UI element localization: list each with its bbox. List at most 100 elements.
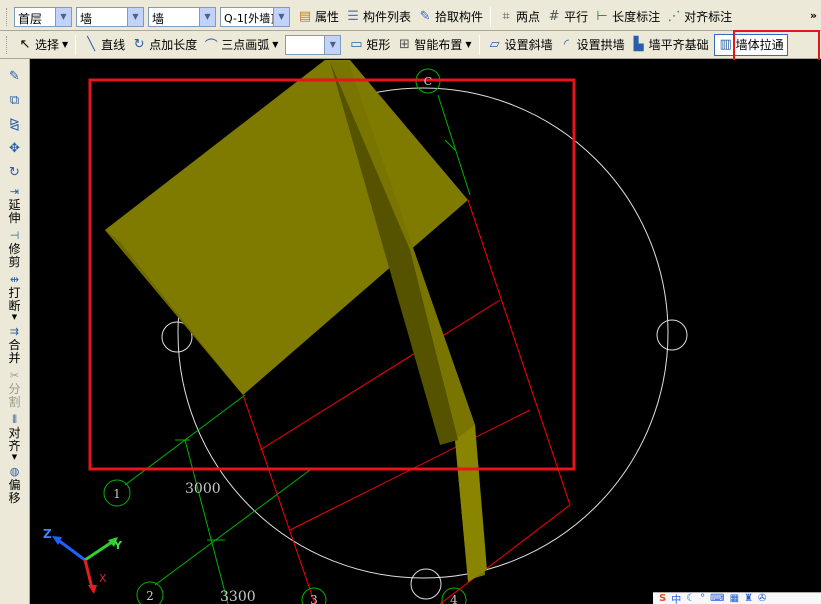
offset-icon: ◍ [9, 465, 20, 478]
copy-icon[interactable]: ⧉ [4, 89, 26, 111]
point-length-button[interactable]: ↻ 点加长度 [128, 34, 200, 56]
chevron-down-icon[interactable]: ▼ [272, 40, 278, 49]
shape-select-value [286, 36, 324, 54]
point-length-icon: ↻ [133, 37, 145, 52]
toolbar-separator [490, 6, 492, 27]
split-label: 分割 [8, 382, 21, 409]
brush-icon[interactable]: ✎ [4, 65, 26, 87]
chevron-down-icon[interactable]: ▼ [12, 453, 17, 461]
two-points-icon: ⌗ [502, 9, 510, 24]
toolbar-draw: ↖ 选择 ▼ ╲ 直线 ↻ 点加长度 ⌒ 三点画弧 ▼ ▼ ▭ 矩形 ⊞ 智能布… [0, 31, 821, 59]
chevron-down-icon[interactable]: ▼ [465, 40, 471, 49]
ime-mode[interactable]: 中 [671, 591, 681, 604]
circle-grip-right[interactable] [656, 319, 688, 351]
component-list-button[interactable]: ☰ 构件列表 [342, 6, 414, 28]
slant-wall-label: 设置斜墙 [504, 38, 553, 52]
toolbar-separator [75, 34, 77, 55]
chevron-down-icon[interactable]: ▼ [199, 7, 215, 26]
axis-label-4: 4 [450, 593, 458, 604]
chevron-down-icon[interactable]: ▼ [55, 7, 71, 26]
model-view: C 1 2 3 4 3000 3300 Z Y X [43, 60, 688, 604]
component-list-label: 构件列表 [363, 10, 412, 24]
smart-layout-button[interactable]: ⊞ 智能布置 ▼ [393, 34, 474, 56]
toolbar-top: 首层 ▼ 墙 ▼ 墙 ▼ Q-1[外墙] ▼ ▤ 属性 ☰ 构件列表 ✎ 拾取构… [0, 0, 821, 31]
picker-icon: ✎ [419, 9, 431, 24]
punctuation-icon[interactable]: ° [700, 593, 705, 604]
toolbar-grip[interactable] [6, 35, 9, 54]
arch-wall-button[interactable]: ◜ 设置拱墙 [556, 34, 628, 56]
parallel-label: 平行 [564, 10, 589, 24]
offset-tool[interactable]: ◍ 偏移 [8, 465, 22, 505]
wall-pull-through-button[interactable]: ▥ 墙体拉通 [713, 33, 788, 56]
dimension-3000: 3000 [185, 481, 221, 497]
grid-icon[interactable]: ▦ [730, 593, 739, 604]
chevron-down-icon[interactable]: ▼ [12, 313, 17, 321]
trim-icon: ⊣ [9, 229, 20, 242]
trim-tool[interactable]: ⊣ 修剪 [8, 229, 22, 269]
flush-foundation-button[interactable]: ▙ 墙平齐基础 [628, 34, 712, 56]
component-select[interactable]: Q-1[外墙] ▼ [220, 6, 290, 27]
align-label: 对齐 [8, 426, 21, 453]
chevron-down-icon[interactable]: ▼ [127, 7, 143, 26]
chevron-down-icon[interactable]: ▼ [324, 35, 341, 54]
ime-logo-icon[interactable]: S [659, 593, 666, 604]
type-select[interactable]: 墙 ▼ [148, 6, 216, 27]
break-icon: ⇹ [9, 273, 20, 286]
toolbar-overflow-button[interactable]: » [810, 9, 817, 22]
arch-wall-label: 设置拱墙 [576, 38, 625, 52]
extend-label: 延伸 [8, 198, 21, 225]
split-tool: ✂ 分割 [8, 369, 22, 409]
rectangle-button[interactable]: ▭ 矩形 [345, 34, 393, 56]
keyboard-icon[interactable]: ⌨ [710, 593, 724, 604]
select-label: 选择 [35, 38, 60, 52]
length-dimension-button[interactable]: ⊢ 长度标注 [591, 6, 663, 28]
shirt-icon[interactable]: ♜ [744, 593, 753, 604]
select-button[interactable]: ↖ 选择 ▼ [14, 34, 71, 56]
two-points-button[interactable]: ⌗ 两点 [495, 6, 543, 28]
rectangle-icon: ▭ [350, 37, 363, 52]
moon-icon[interactable]: ☾ [686, 593, 695, 604]
extend-tool[interactable]: ⇥ 延伸 [8, 185, 22, 225]
cursor-icon: ↖ [19, 37, 31, 52]
rotate-icon[interactable]: ↻ [4, 161, 26, 183]
break-tool[interactable]: ⇹ 打断 ▼ [8, 273, 22, 321]
align-tool[interactable]: ⫴ 对齐 ▼ [8, 413, 22, 461]
offset-label: 偏移 [8, 478, 21, 505]
ime-tray: S 中 ☾ ° ⌨ ▦ ♜ ✇ [653, 592, 821, 604]
wrench-icon[interactable]: ✇ [758, 593, 766, 604]
chevron-down-icon[interactable]: ▼ [273, 7, 289, 26]
two-points-label: 两点 [516, 10, 541, 24]
pick-component-button[interactable]: ✎ 拾取构件 [414, 6, 486, 28]
component-select-value: Q-1[外墙] [224, 11, 273, 25]
properties-icon: ▤ [298, 9, 312, 24]
align-icon: ⫴ [12, 413, 17, 426]
flush-foundation-label: 墙平齐基础 [648, 38, 709, 52]
length-dimension-icon: ⊢ [596, 9, 608, 24]
line-button[interactable]: ╲ 直线 [80, 34, 128, 56]
parallel-icon: # [548, 9, 560, 24]
parallel-button[interactable]: # 平行 [543, 6, 591, 28]
shape-select[interactable]: ▼ [285, 34, 342, 55]
triad-label-z: Z [43, 527, 52, 541]
category-select[interactable]: 墙 ▼ [76, 6, 144, 27]
split-icon: ✂ [9, 369, 20, 382]
chevron-down-icon[interactable]: ▼ [62, 40, 68, 49]
mirror-icon[interactable]: ⧎ [4, 113, 26, 135]
extend-icon: ⇥ [9, 185, 20, 198]
slant-wall-button[interactable]: ▱ 设置斜墙 [484, 34, 556, 56]
move-icon[interactable]: ✥ [4, 137, 26, 159]
align-dimension-icon: ⋰ [667, 9, 681, 24]
merge-tool[interactable]: ⇉ 合并 [8, 325, 22, 365]
category-select-value: 墙 [80, 11, 93, 26]
toolbar-grip[interactable] [6, 7, 9, 26]
smart-layout-label: 智能布置 [414, 38, 463, 52]
floor-select-value: 首层 [18, 11, 43, 26]
line-label: 直线 [101, 38, 126, 52]
align-dimension-button[interactable]: ⋰ 对齐标注 [663, 6, 735, 28]
smart-layout-icon: ⊞ [398, 37, 410, 52]
three-point-arc-button[interactable]: ⌒ 三点画弧 ▼ [200, 34, 281, 56]
properties-button[interactable]: ▤ 属性 [294, 6, 342, 28]
drawing-canvas[interactable]: C 1 2 3 4 3000 3300 Z Y X S 中 ☾ ° ⌨ ▦ ♜ … [31, 60, 821, 604]
floor-select[interactable]: 首层 ▼ [14, 6, 72, 27]
circle-grip-bottom[interactable] [410, 568, 442, 600]
